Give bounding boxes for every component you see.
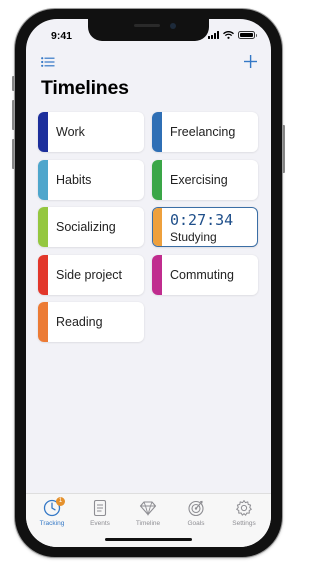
- timeline-tile-freelancing[interactable]: Freelancing: [152, 112, 258, 152]
- timeline-tile-studying-active[interactable]: 0:27:34 Studying: [152, 207, 258, 247]
- cellular-signal-icon: [208, 31, 219, 39]
- page-title: Timelines: [41, 77, 129, 99]
- tab-tracking[interactable]: 1 Tracking: [32, 497, 72, 527]
- tab-label: Goals: [187, 520, 205, 527]
- tab-label: Timeline: [135, 520, 161, 527]
- tab-label: Settings: [232, 520, 256, 527]
- timeline-tile-commuting[interactable]: Commuting: [152, 255, 258, 295]
- timeline-tile-habits[interactable]: Habits: [38, 160, 144, 200]
- tracking-badge: 1: [56, 497, 65, 506]
- tab-label: Events: [90, 520, 110, 527]
- timeline-label: Habits: [56, 173, 92, 187]
- status-icons: [208, 30, 257, 39]
- color-bar: [152, 112, 162, 152]
- list-icon[interactable]: [41, 57, 55, 67]
- notch: [88, 19, 209, 41]
- running-timer: 0:27:34: [170, 211, 234, 229]
- timeline-label: Side project: [56, 268, 123, 282]
- timeline-label: Studying: [170, 230, 217, 244]
- wifi-icon: [223, 31, 234, 39]
- color-bar: [38, 255, 48, 295]
- app-screen: 9:41 Timelines Work Freelancing Habits E…: [26, 19, 271, 547]
- color-bar: [152, 255, 162, 295]
- target-icon: [188, 500, 204, 517]
- home-indicator: [105, 538, 192, 541]
- timeline-tile-side-project[interactable]: Side project: [38, 255, 144, 295]
- timeline-label: Freelancing: [170, 125, 236, 139]
- document-icon: [93, 499, 107, 517]
- speaker-grille: [134, 24, 160, 27]
- timeline-tile-exercising[interactable]: Exercising: [152, 160, 258, 200]
- tab-timeline[interactable]: Timeline: [128, 499, 168, 527]
- side-button: [282, 125, 285, 173]
- status-time: 9:41: [51, 30, 73, 42]
- diamond-icon: [139, 501, 157, 517]
- timeline-label: Reading: [56, 315, 103, 329]
- timeline-tile-reading[interactable]: Reading: [38, 302, 144, 342]
- timeline-label: Exercising: [170, 173, 228, 187]
- tab-settings[interactable]: Settings: [224, 499, 264, 527]
- timeline-label: Socializing: [56, 220, 116, 234]
- color-bar: [152, 160, 162, 200]
- tab-events[interactable]: Events: [80, 499, 120, 527]
- front-camera: [170, 23, 176, 29]
- timeline-tile-socializing[interactable]: Socializing: [38, 207, 144, 247]
- color-bar: [153, 208, 162, 246]
- tab-goals[interactable]: Goals: [176, 499, 216, 527]
- tab-label: Tracking: [39, 520, 65, 527]
- battery-icon: [238, 31, 257, 39]
- color-bar: [38, 160, 48, 200]
- color-bar: [38, 112, 48, 152]
- color-bar: [38, 207, 48, 247]
- color-bar: [38, 302, 48, 342]
- gear-icon: [236, 500, 252, 516]
- timeline-label: Commuting: [170, 268, 234, 282]
- timeline-tile-work[interactable]: Work: [38, 112, 144, 152]
- add-icon[interactable]: [244, 55, 257, 68]
- timeline-label: Work: [56, 125, 85, 139]
